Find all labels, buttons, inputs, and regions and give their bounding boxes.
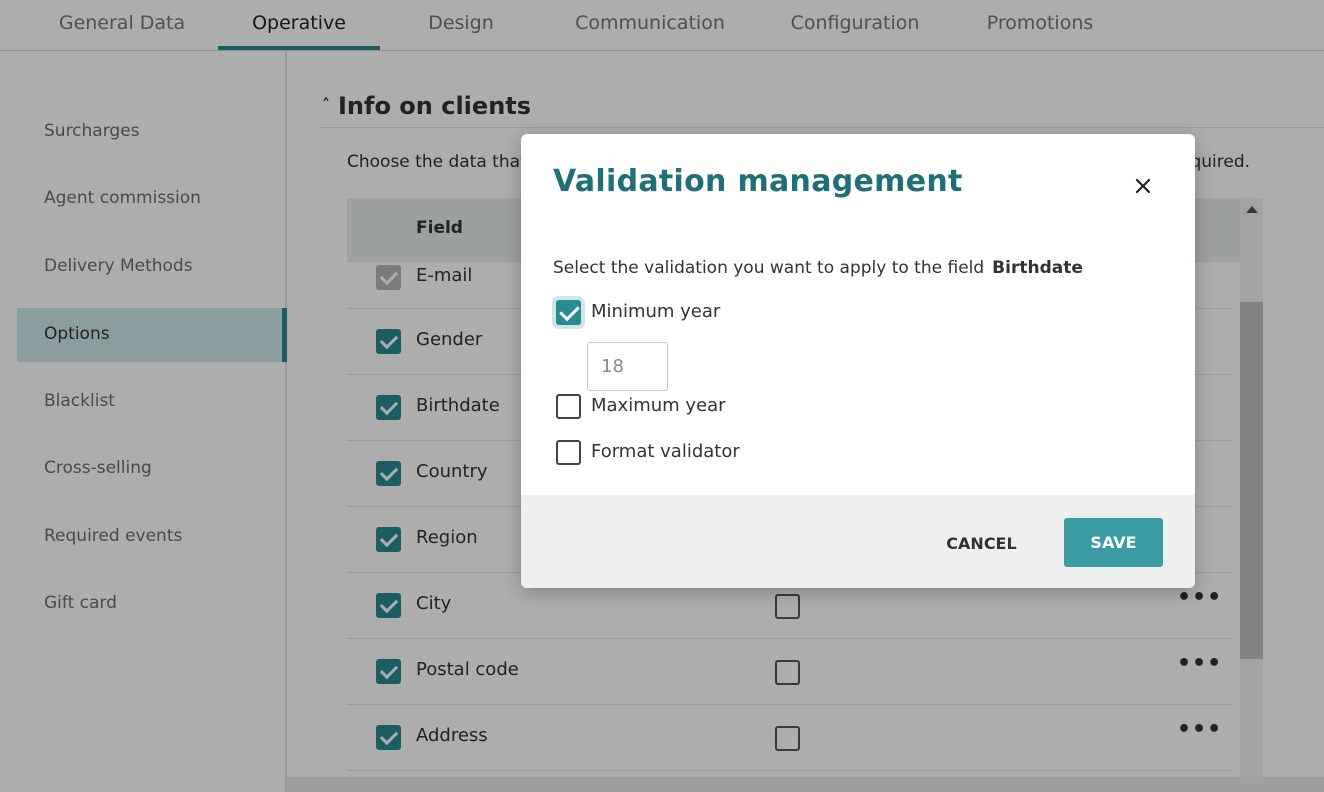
instruction-text: Select the validation you want to apply … — [553, 258, 985, 278]
maximum-year-checkbox[interactable] — [556, 394, 581, 419]
minimum-year-checkbox[interactable] — [556, 300, 581, 325]
cancel-button[interactable]: CANCEL — [929, 519, 1034, 568]
save-button[interactable]: SAVE — [1064, 518, 1163, 567]
format-validator-checkbox[interactable] — [556, 440, 581, 465]
dialog-instruction: Select the validation you want to apply … — [553, 258, 1083, 278]
minimum-year-label: Minimum year — [591, 301, 721, 322]
field-name: Birthdate — [992, 258, 1083, 278]
format-validator-label: Format validator — [591, 441, 740, 462]
dialog-footer: CANCEL SAVE — [521, 495, 1195, 588]
close-icon[interactable] — [1131, 174, 1155, 198]
validation-management-dialog: Validation management Select the validat… — [521, 134, 1195, 588]
minimum-year-input[interactable] — [587, 342, 668, 391]
maximum-year-label: Maximum year — [591, 395, 726, 416]
dialog-title: Validation management — [553, 164, 963, 199]
